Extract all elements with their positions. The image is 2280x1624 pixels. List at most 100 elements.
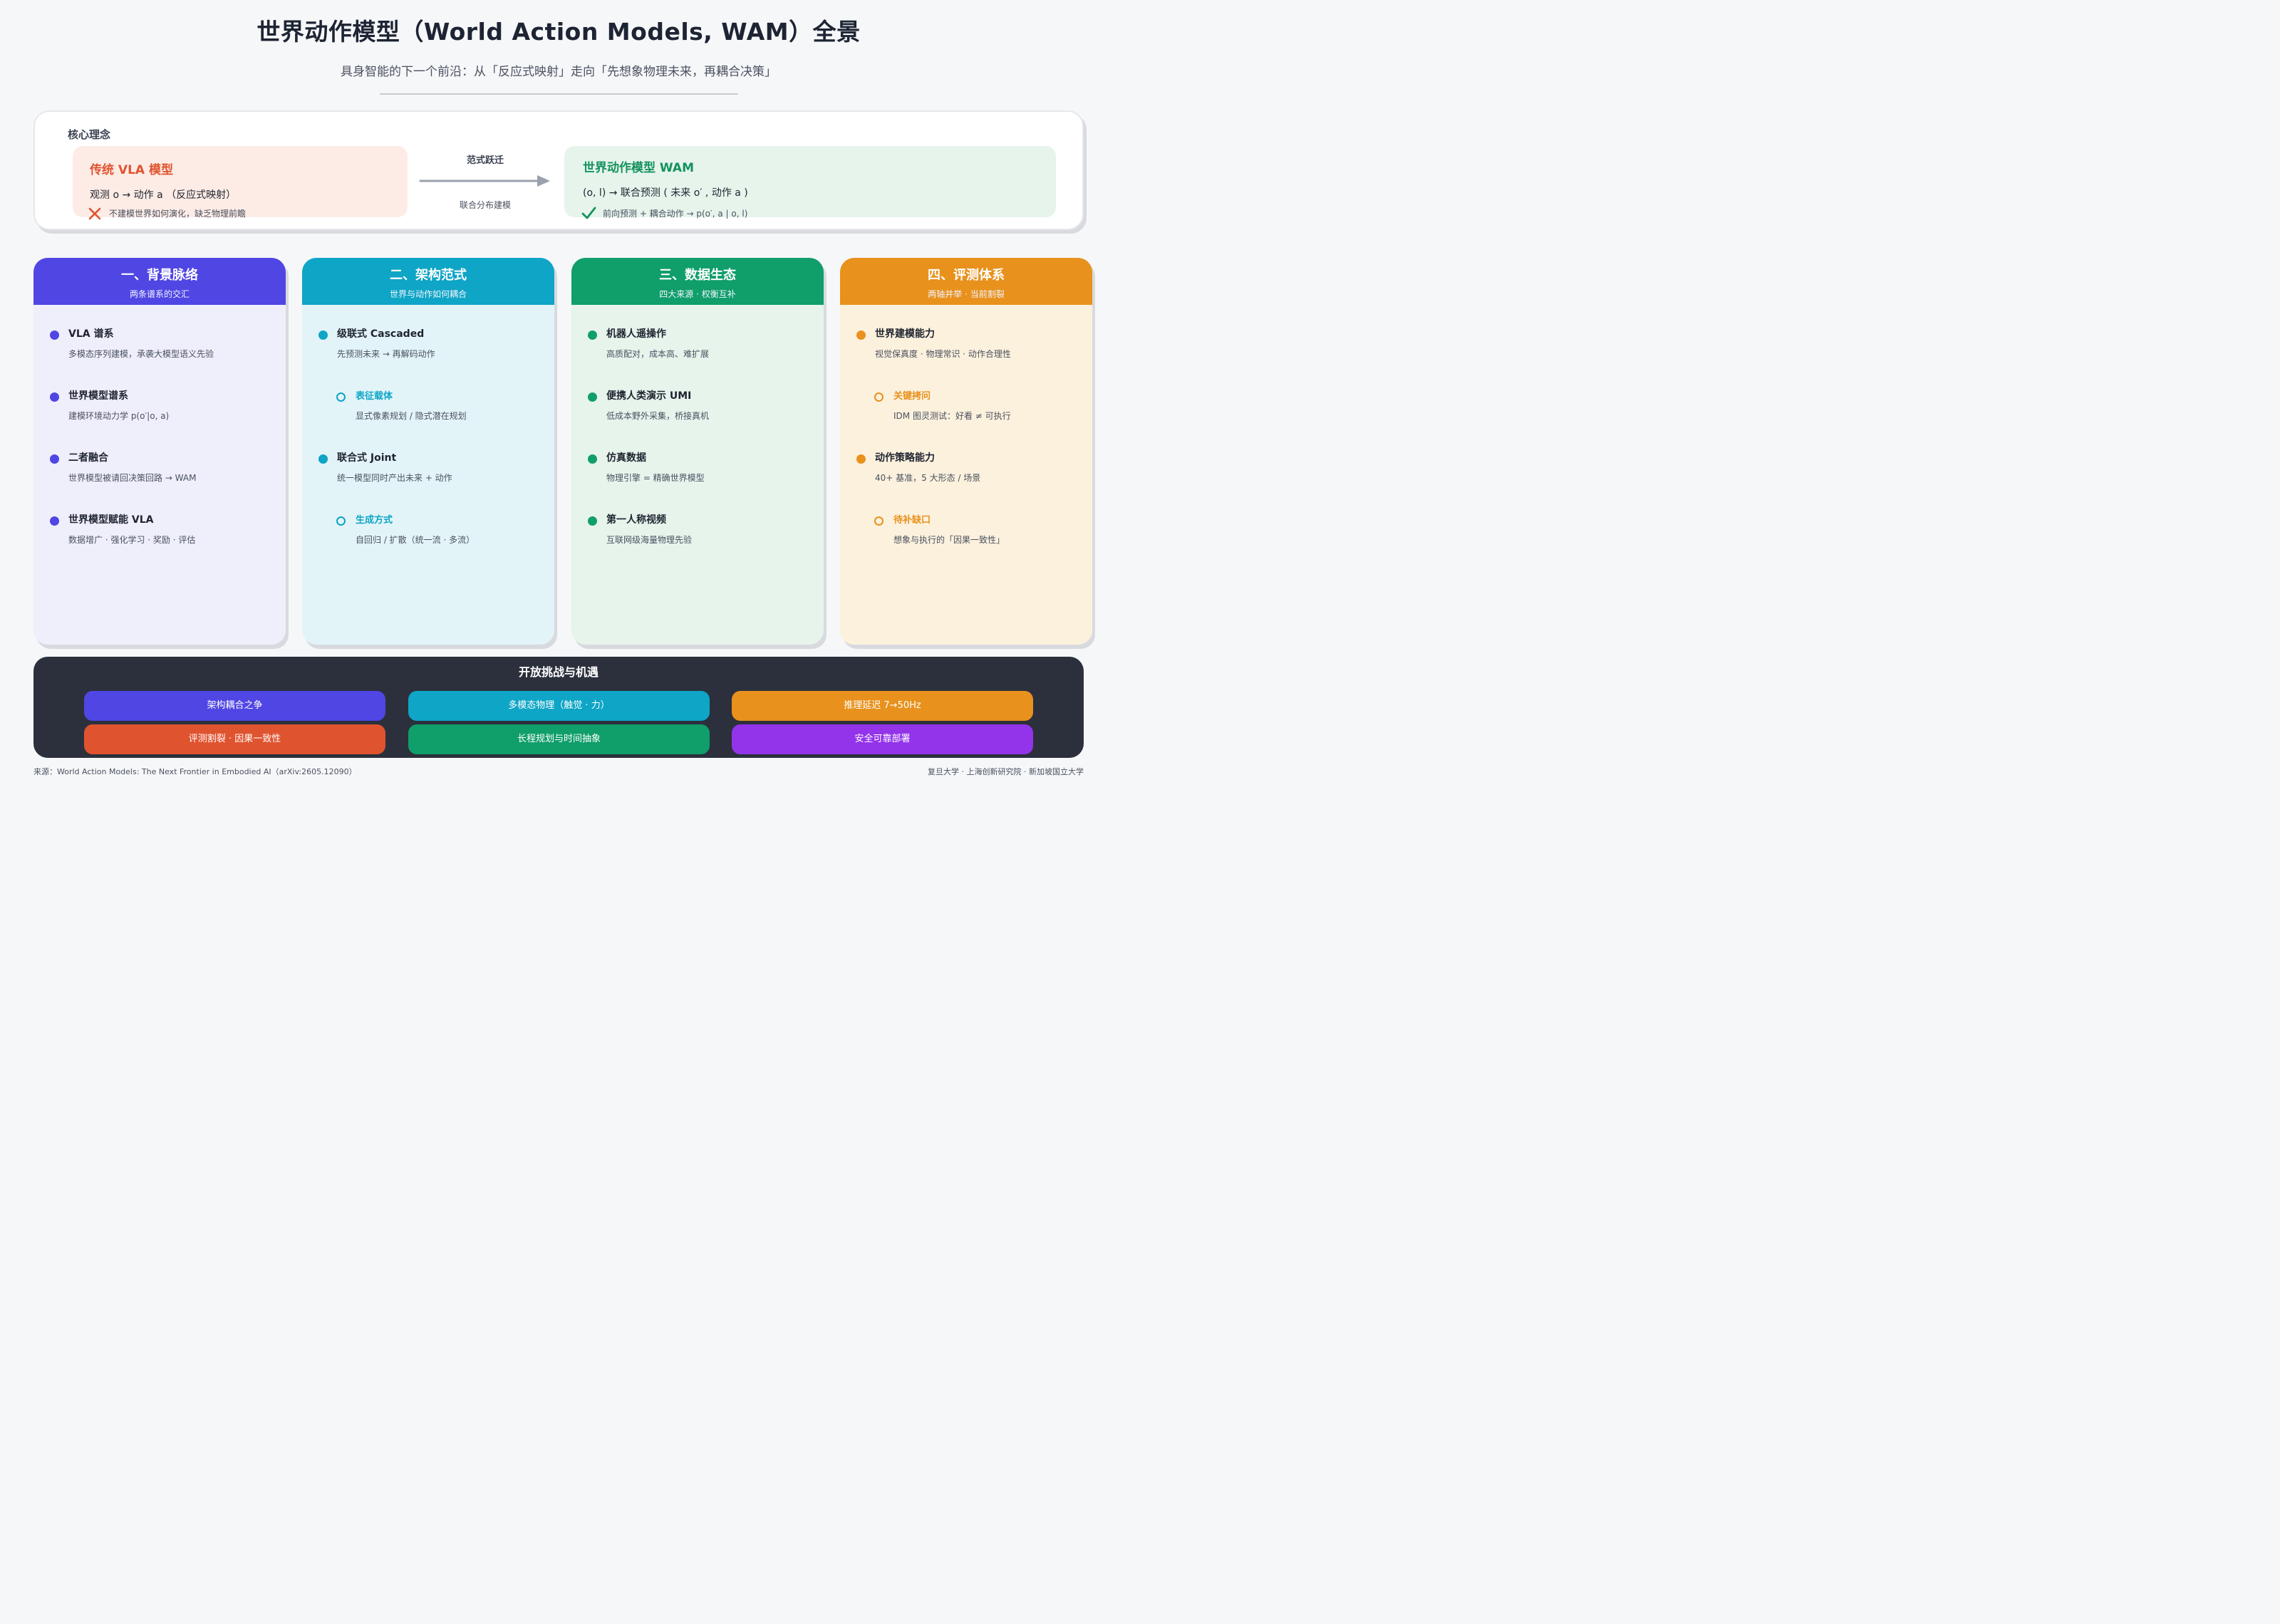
item-description: 物理引擎 = 精确世界模型 [606, 473, 705, 483]
item-title: 动作策略能力 [875, 452, 935, 464]
bullet-dot-icon [588, 516, 597, 526]
item-title: 待补缺口 [893, 515, 931, 526]
bullet-dot-icon [50, 454, 59, 464]
item-title: VLA 谱系 [68, 328, 114, 340]
list-item: 第一人称视频互联网级海量物理先验 [571, 512, 824, 555]
item-title: 二者融合 [68, 452, 108, 464]
item-description: 互联网级海量物理先验 [606, 535, 693, 545]
column-subtitle: 两条谱系的交汇 [129, 289, 190, 299]
item-title: 机器人遥操作 [606, 328, 666, 340]
hollow-bullet-icon [336, 516, 346, 526]
list-item: 联合式 Joint 统一模型同时产出未来 + 动作 [302, 450, 554, 493]
vla-formula: 观测 o → 动作 a （反应式映射） [90, 189, 237, 201]
list-item: 仿真数据物理引擎 = 精确世界模型 [571, 450, 824, 493]
bullet-dot-icon [50, 392, 59, 402]
vla-panel [73, 146, 408, 217]
item-title: 联合式 Joint [337, 452, 397, 464]
bullet-dot-icon [588, 330, 597, 340]
column-subtitle: 世界与动作如何耦合 [389, 289, 467, 299]
item-title: 世界建模能力 [875, 328, 935, 340]
item-title: 第一人称视频 [606, 514, 666, 526]
column-header: 四、评测体系两轴并举 · 当前割裂 [840, 258, 1092, 305]
item-description: 多模态序列建模，承袭大模型语义先验 [68, 349, 214, 359]
page-subtitle: 具身智能的下一个前沿：从「反应式映射」走向「先想象物理未来，再耦合决策」 [341, 65, 777, 79]
challenge-pill: 推理延迟 7→50Hz [732, 691, 1033, 721]
item-description: 数据增广 · 强化学习 · 奖励 · 评估 [68, 535, 196, 545]
core-concept-label: 核心理念 [68, 128, 111, 141]
bullet-dot-icon [856, 454, 866, 464]
item-title: 世界模型赋能 VLA [68, 514, 154, 526]
column-title: 三、数据生态 [659, 268, 736, 283]
item-title: 仿真数据 [606, 452, 646, 464]
page-title: 世界动作模型（World Action Models, WAM）全景 [256, 18, 861, 46]
item-description: 40+ 基准，5 大形态 / 场景 [875, 473, 981, 483]
column-title: 二、架构范式 [390, 268, 467, 283]
joint-modeling-label: 联合分布建模 [459, 200, 511, 210]
vla-note: 不建模世界如何演化，缺乏物理前瞻 [109, 209, 247, 219]
hollow-bullet-icon [874, 516, 884, 526]
item-description: 想象与执行的「因果一致性」 [893, 535, 1005, 545]
topic-column-2: 二、架构范式世界与动作如何耦合级联式 Cascaded 先预测未来 → 再解码动作… [302, 258, 554, 645]
bullet-dot-icon [50, 516, 59, 526]
list-item: 机器人遥操作高质配对，成本高、难扩展 [571, 326, 824, 369]
wam-note: 前向预测 + 耦合动作 → p(o′, a | o, l) [603, 209, 748, 219]
column-subtitle: 四大来源 · 权衡互补 [659, 289, 736, 299]
topic-column-4: 四、评测体系两轴并举 · 当前割裂世界建模能力视觉保真度 · 物理常识 · 动作… [840, 258, 1092, 645]
bullet-dot-icon [50, 330, 59, 340]
item-title: 关键拷问 [893, 391, 931, 402]
column-title: 一、背景脉络 [121, 268, 198, 283]
column-header: 一、背景脉络两条谱系的交汇 [33, 258, 286, 305]
topic-column-3: 三、数据生态 四大来源 · 权衡互补 机器人遥操作 高质配对，成本高、难扩展 便携人类演… [571, 258, 824, 645]
item-description: 统一模型同时产出未来 + 动作 [337, 473, 452, 483]
check-icon [581, 207, 596, 219]
column-header: 二、架构范式世界与动作如何耦合 [302, 258, 554, 305]
sub-list-item: 表征载体显式像素规划 / 隐式潜在规划 [302, 388, 554, 431]
challenge-pill: 架构耦合之争 [84, 691, 385, 721]
list-item: 世界模型赋能 VLA 数据增广 · 强化学习 · 奖励 · 评估 [33, 512, 286, 555]
arrow-right-icon [419, 175, 550, 187]
sub-list-item: 生成方式自回归 / 扩散（统一流 · 多流） [302, 512, 554, 555]
list-item: 动作策略能力 40+ 基准，5 大形态 / 场景 [840, 450, 1092, 493]
item-description: 视觉保真度 · 物理常识 · 动作合理性 [875, 349, 1011, 359]
item-description: 高质配对，成本高、难扩展 [606, 349, 710, 359]
item-description: 先预测未来 → 再解码动作 [337, 349, 435, 359]
list-item: 世界模型谱系 建模环境动力学 p(o′|o, a) [33, 388, 286, 431]
item-title: 生成方式 [356, 515, 393, 526]
item-title: 便携人类演示 UMI [606, 390, 692, 402]
item-description: IDM 图灵测试：好看 ≠ 可执行 [893, 411, 1011, 421]
wam-panel [564, 146, 1056, 217]
item-title: 级联式 Cascaded [337, 328, 425, 340]
bullet-dot-icon [856, 330, 866, 340]
item-title: 表征载体 [356, 391, 393, 402]
challenge-pill: 长程规划与时间抽象 [408, 724, 710, 754]
item-description: 显式像素规划 / 隐式潜在规划 [356, 411, 467, 421]
list-item: 便携人类演示 UMI 低成本野外采集，桥接真机 [571, 388, 824, 431]
sub-list-item: 待补缺口想象与执行的「因果一致性」 [840, 512, 1092, 555]
challenge-pill: 安全可靠部署 [732, 724, 1033, 754]
challenge-pill: 评测割裂 · 因果一致性 [84, 724, 385, 754]
hollow-bullet-icon [336, 392, 346, 402]
column-title: 四、评测体系 [928, 268, 1005, 283]
topic-column-1: 一、背景脉络 两条谱系的交汇 VLA 谱系 多模态序列建模，承袭大模型语义先验 世界模型… [33, 258, 286, 645]
bullet-dot-icon [588, 454, 597, 464]
vla-title: 传统 VLA 模型 [90, 163, 173, 177]
item-description: 自回归 / 扩散（统一流 · 多流） [356, 535, 475, 545]
challenge-pill: 多模态物理（触觉 · 力） [408, 691, 710, 721]
item-description: 建模环境动力学 p(o′|o, a) [68, 411, 170, 421]
item-description: 低成本野外采集，桥接真机 [606, 411, 710, 421]
list-item: 二者融合世界模型被请回决策回路 → WAM [33, 450, 286, 493]
paradigm-shift-label: 范式跃迁 [466, 155, 504, 166]
bullet-dot-icon [318, 454, 328, 464]
challenges-title: 开放挑战与机遇 [518, 665, 598, 679]
list-item: VLA 谱系多模态序列建模，承袭大模型语义先验 [33, 326, 286, 369]
list-item: 级联式 Cascaded 先预测未来 → 再解码动作 [302, 326, 554, 369]
column-subtitle: 两轴并举 · 当前割裂 [928, 289, 1005, 299]
wam-title: 世界动作模型 WAM [583, 161, 694, 175]
bullet-dot-icon [588, 392, 597, 402]
affiliations: 复旦大学 · 上海创新研究院 · 新加坡国立大学 [928, 767, 1084, 776]
wam-formula: (o, l) → 联合预测 ( 未来 o′ , 动作 a ) [583, 187, 748, 199]
column-header: 三、数据生态四大来源 · 权衡互补 [571, 258, 824, 305]
x-icon [88, 207, 101, 220]
sub-list-item: 关键拷问 IDM 图灵测试：好看 ≠ 可执行 [840, 388, 1092, 431]
item-description: 世界模型被请回决策回路 → WAM [68, 473, 197, 483]
